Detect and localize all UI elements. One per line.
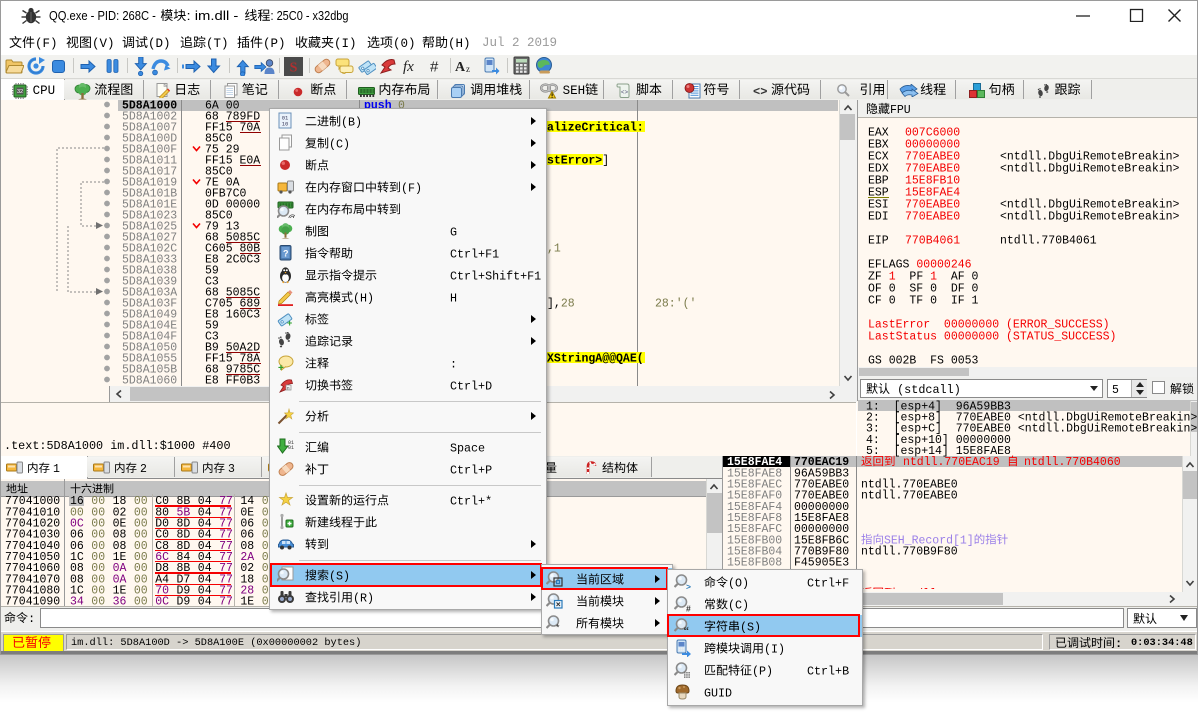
svg-text:EIP: EIP (868, 234, 889, 247)
svg-text:770B4061: 770B4061 (905, 234, 960, 247)
svg-text:01: 01 (288, 445, 294, 451)
svg-text:,1: ,1 (547, 242, 561, 255)
svg-text:1: 1 (53, 463, 60, 476)
svg-text:ntdll.770B4061: ntdll.770B4061 (1000, 234, 1097, 247)
svg-text:00: 00 (91, 596, 105, 609)
svg-text:(T): (T) (206, 37, 229, 51)
svg-text:<ntdll.DbgUiRemoteBreakin>: <ntdll.DbgUiRemoteBreakin> (1000, 210, 1180, 223)
svg-text:<ntdll.DbgUiRemoteBreakin>: <ntdll.DbgUiRemoteBreakin> (1000, 162, 1180, 175)
svg-text:(V): (V) (92, 37, 115, 51)
svg-text:: 25C0 - x32dbg: : 25C0 - x32dbg (271, 8, 349, 23)
svg-text:77041090: 77041090 (5, 596, 60, 609)
svg-text:CPU: CPU (33, 84, 56, 98)
svg-text:34: 34 (70, 596, 84, 609)
svg-text:GS 002B FS 0053: GS 002B FS 0053 (868, 354, 979, 367)
svg-text:28:'(': 28:'(' (655, 297, 696, 310)
svg-text:15E8FB08: 15E8FB08 (727, 557, 782, 570)
svg-text:+: + (287, 318, 292, 328)
svg-text:>: > (686, 582, 691, 592)
svg-text:770EABE0: 770EABE0 (905, 210, 960, 223)
svg-text:F45905E3: F45905E3 (794, 557, 849, 570)
svg-text:FPU: FPU (890, 104, 911, 117)
svg-text::: : (28, 612, 35, 626)
svg-text:0:03:34:48: 0:03:34:48 (1131, 637, 1193, 649)
svg-text:]: ] (602, 154, 609, 167)
svg-text:@: @ (288, 213, 295, 219)
svg-text::: : (1115, 637, 1122, 651)
svg-text:(D): (D) (148, 37, 171, 51)
svg-text:*: * (556, 623, 560, 633)
svg-text:E8 FF0B3: E8 FF0B3 (205, 374, 260, 387)
svg-text:ntdll.770B9F80: ntdll.770B9F80 (861, 546, 958, 559)
svg-text:5: 5 (1112, 384, 1119, 397)
svg-text:CF 0 TF 0 IF 1: CF 0 TF 0 IF 1 (868, 294, 979, 307)
svg-text:XStringA@@QAE(: XStringA@@QAE( (547, 352, 644, 365)
svg-text:: im.dll -: : im.dll - (187, 8, 243, 23)
svg-text:EDI: EDI (868, 210, 889, 223)
svg-text:D9: D9 (177, 596, 191, 609)
svg-text:im.dll: 5D8A100D -> 5D8A100E (: im.dll: 5D8A100D -> 5D8A100E (0x00000002… (71, 637, 361, 649)
svg-text:+: + (278, 363, 284, 372)
svg-text:04: 04 (198, 596, 212, 609)
svg-text:Jul 2 2019: Jul 2 2019 (482, 36, 557, 50)
svg-text:(F): (F) (35, 37, 58, 51)
svg-text:SEH: SEH (563, 84, 586, 98)
svg-text:00: 00 (134, 596, 148, 609)
svg-text:stError>: stError> (547, 154, 602, 167)
svg-text:0C: 0C (155, 596, 169, 609)
svg-text:?: ? (283, 249, 289, 259)
svg-text:ntdll.770B4060: ntdll.770B4060 (1024, 456, 1121, 469)
svg-text:],28: ],28 (547, 297, 575, 310)
svg-text:alizeCritical:: alizeCritical: (547, 121, 644, 134)
svg-text:1E: 1E (240, 596, 254, 609)
svg-text:(H): (H) (448, 37, 471, 51)
svg-text:36: 36 (113, 596, 127, 609)
svg-text:QQ.exe - PID: 268C -: QQ.exe - PID: 268C - (49, 8, 159, 23)
svg-text:77: 77 (219, 596, 233, 609)
svg-text:2: 2 (140, 463, 147, 476)
svg-text:(I): (I) (334, 37, 357, 51)
svg-text:ntdll.770EAC19: ntdll.770EAC19 (903, 456, 1000, 469)
svg-text:.text:5D8A1000 im.dll:$1000 #4: .text:5D8A1000 im.dll:$1000 #400 (4, 439, 231, 453)
svg-text:10: 10 (282, 121, 289, 128)
svg-text:(P): (P) (263, 37, 286, 51)
svg-text:LastStatus 00000000 (STATUS_SU: LastStatus 00000000 (STATUS_SUCCESS) (868, 330, 1116, 343)
svg-text:(0): (0) (393, 37, 416, 51)
svg-text:5D8A1060: 5D8A1060 (122, 374, 177, 387)
svg-text:ntdll.770EABE0: ntdll.770EABE0 (861, 490, 958, 503)
svg-text:3: 3 (228, 463, 235, 476)
svg-text:(stdcall): (stdcall) (890, 383, 961, 397)
svg-text:#: # (686, 604, 691, 614)
